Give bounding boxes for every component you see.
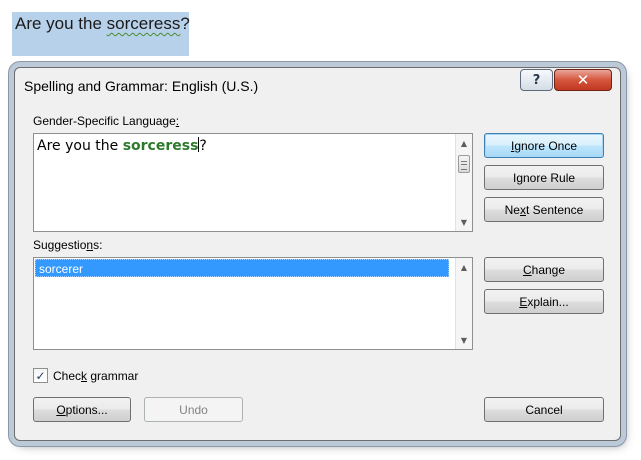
btn-text-post: xplain... bbox=[527, 294, 569, 309]
scroll-down-arrow-icon[interactable]: ▼ bbox=[456, 332, 472, 348]
btn-text-post: hange bbox=[531, 262, 566, 277]
cancel-button[interactable]: Cancel bbox=[484, 397, 604, 422]
suggestions-scrollbar[interactable]: ▲ ▼ bbox=[455, 258, 472, 349]
document-text-after: ? bbox=[180, 14, 190, 33]
suggestions-label: Suggestions: bbox=[33, 238, 102, 252]
next-sentence-button[interactable]: Ne x t Sentence bbox=[484, 197, 604, 222]
scroll-up-arrow-icon[interactable]: ▲ bbox=[456, 259, 472, 275]
suggestions-label-post: s: bbox=[93, 238, 103, 252]
help-icon: ? bbox=[532, 72, 541, 88]
suggestions-label-pre: Suggestio bbox=[33, 238, 87, 252]
ignore-once-button[interactable]: Ignore Once bbox=[484, 133, 604, 158]
checkmark-icon: ✓ bbox=[35, 368, 46, 383]
sentence-error-word: sorceress bbox=[122, 138, 199, 154]
dialog-title: Spelling and Grammar: English (U.S.) bbox=[24, 78, 259, 94]
btn-text-accel: g bbox=[516, 170, 523, 185]
explain-button[interactable]: Explain... bbox=[484, 289, 604, 314]
options-button[interactable]: Options... bbox=[33, 397, 131, 422]
close-button[interactable]: ✕ bbox=[554, 69, 612, 91]
sentence-scrollbar[interactable]: ▲ ▼ bbox=[455, 134, 472, 231]
btn-text: Cancel bbox=[525, 402, 563, 417]
check-grammar-label-pre: Chec bbox=[53, 369, 82, 383]
btn-text-pre: Ne bbox=[504, 202, 520, 217]
change-button[interactable]: Change bbox=[484, 257, 604, 282]
scroll-down-arrow-icon[interactable]: ▼ bbox=[456, 214, 472, 230]
document-text: Are you the sorceress? bbox=[15, 14, 190, 34]
sentence-label-pre: Gender-Specific Language bbox=[33, 114, 176, 128]
btn-text-post: nore Rule bbox=[523, 170, 576, 185]
document-error-word: sorceress bbox=[106, 14, 181, 33]
sentence-label-accel: : bbox=[175, 114, 180, 128]
undo-button[interactable]: Undo bbox=[144, 397, 243, 422]
btn-text: Undo bbox=[179, 402, 208, 417]
btn-text-accel: O bbox=[56, 402, 66, 417]
btn-text-accel: E bbox=[519, 294, 528, 309]
help-button[interactable]: ? bbox=[520, 69, 553, 91]
scrollbar-thumb[interactable] bbox=[458, 155, 470, 173]
check-grammar-checkbox[interactable]: ✓ bbox=[33, 368, 48, 383]
sentence-panel-label: Gender-Specific Language: bbox=[33, 114, 179, 128]
btn-text-accel: C bbox=[522, 262, 532, 277]
btn-text-post: ptions... bbox=[65, 402, 108, 417]
document-text-before: Are you the bbox=[15, 14, 107, 33]
check-grammar-label[interactable]: Check grammar bbox=[53, 369, 138, 383]
sentence-text: Are you the sorceress? bbox=[37, 137, 207, 154]
btn-text-post: t Sentence bbox=[525, 202, 584, 217]
sentence-text-before: Are you the bbox=[37, 138, 123, 154]
close-icon: ✕ bbox=[576, 71, 590, 89]
spelling-grammar-dialog: Spelling and Grammar: English (U.S.) ? ✕… bbox=[14, 67, 621, 441]
ignore-rule-button[interactable]: Ig nore Rule bbox=[484, 165, 604, 190]
suggestions-list[interactable]: sorcerer ▲ ▼ bbox=[33, 257, 473, 350]
scroll-up-arrow-icon[interactable]: ▲ bbox=[456, 135, 472, 151]
check-grammar-label-post: grammar bbox=[87, 369, 139, 383]
title-bar[interactable]: Spelling and Grammar: English (U.S.) ? ✕ bbox=[15, 68, 620, 104]
suggestion-item-selected[interactable]: sorcerer bbox=[35, 259, 449, 277]
sentence-text-after: ? bbox=[199, 138, 207, 154]
sentence-textbox[interactable]: Are you the sorceress? ▲ ▼ bbox=[33, 133, 473, 232]
btn-text-post: gnore Once bbox=[514, 138, 578, 153]
